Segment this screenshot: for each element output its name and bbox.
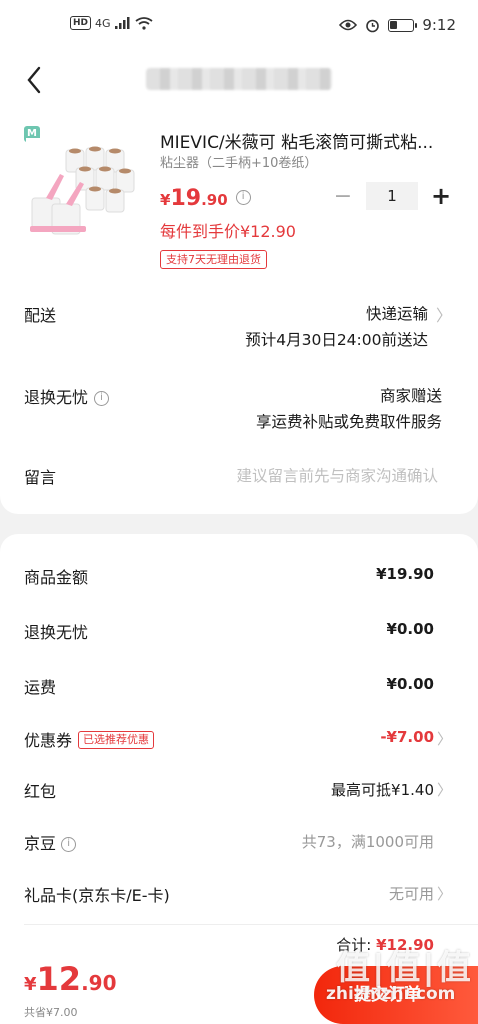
total-label: 合计: — [336, 936, 372, 954]
return-info-icon[interactable]: i — [94, 391, 110, 406]
return-value: 商家赠送 — [379, 387, 442, 405]
jingdou-row: 京豆 i 共73，满1000可用 — [0, 822, 478, 862]
wifi-icon — [135, 16, 153, 30]
redpacket-label: 红包 — [24, 782, 57, 801]
product-price: ¥19.90 i — [160, 186, 251, 211]
chevron-right-icon: 〉 — [435, 306, 452, 325]
price-symbol: ¥ — [160, 191, 171, 209]
signal-icon — [114, 17, 130, 29]
shipping-label: 运费 — [24, 678, 57, 697]
checkout-bar: 合计: ¥12.90 ¥12.90 共省¥7.00 提交订单 值|值|值 zhi… — [0, 928, 478, 1024]
chevron-right-icon: 〉 — [436, 781, 452, 799]
goods-amount-label: 商品金额 — [24, 568, 89, 587]
return-desc: 享运费补贴或免费取件服务 — [255, 413, 442, 431]
coupon-row[interactable]: 优惠券 已选推荐优惠 -¥7.00 〉 — [0, 719, 478, 759]
goods-amount-value: ¥19.90 — [376, 565, 434, 583]
quantity-input[interactable]: 1 — [366, 182, 418, 210]
return-row[interactable]: 退换无忧 i 商家赠送 享运费补贴或免费取件服务 — [0, 380, 478, 440]
price-integer: 19 — [170, 186, 202, 211]
delivery-eta: 预计4月30日24:00前送达 — [245, 331, 428, 349]
quantity-plus-button[interactable]: + — [426, 182, 456, 210]
saved-amount: 共省¥7.00 — [24, 1006, 78, 1019]
redpacket-row[interactable]: 红包 最高可抵¥1.40 〉 — [0, 770, 478, 810]
coupon-tag: 已选推荐优惠 — [78, 730, 155, 749]
return-badge: 支持7天无理由退货 — [160, 250, 267, 269]
header — [0, 52, 478, 108]
price-decimal: .90 — [201, 191, 228, 209]
each-price: 每件到手价¥12.90 — [160, 222, 296, 241]
back-button[interactable] — [18, 60, 54, 100]
product-title[interactable]: MIEVIC/米薇可 粘毛滚筒可撕式粘... — [160, 128, 460, 153]
return-label-text: 退换无忧 — [24, 388, 89, 407]
chevron-right-icon: 〉 — [436, 885, 452, 903]
eye-icon — [339, 19, 358, 31]
blurred-title — [146, 68, 332, 90]
jingdou-label-text: 京豆 — [24, 834, 57, 853]
coupon-label-text: 优惠券 — [24, 731, 73, 750]
battery-icon — [388, 18, 418, 32]
final-symbol: ¥ — [24, 974, 37, 995]
final-integer: 12 — [36, 960, 82, 998]
message-input[interactable]: 建议留言前先与商家沟通确认 — [236, 464, 438, 486]
jingdou-value: 共73，满1000可用 — [301, 833, 434, 851]
quantity-stepper: − 1 + — [328, 182, 456, 210]
delivery-method: 快递运输 — [365, 305, 428, 323]
chevron-right-icon: 〉 — [436, 730, 452, 748]
coupon-label: 优惠券 已选推荐优惠 — [24, 727, 155, 751]
submit-order-button[interactable]: 提交订单 — [314, 966, 478, 1024]
giftcard-row[interactable]: 礼品卡(京东卡/E-卡) 无可用 〉 — [0, 874, 478, 914]
status-left: HD 4G — [70, 16, 153, 30]
status-right: 9:12 — [339, 16, 456, 34]
return-fee-row: 退换无忧 ¥0.00 — [0, 611, 478, 651]
total-value: ¥12.90 — [376, 936, 434, 954]
shipping-row: 运费 ¥0.00 — [0, 666, 478, 706]
network-label: 4G — [95, 16, 111, 30]
shipping-value: ¥0.00 — [386, 675, 434, 693]
status-bar: HD 4G 9:12 — [0, 0, 478, 52]
product-image[interactable] — [26, 138, 146, 258]
product-card: M MIEVIC/米薇可 粘毛滚筒可撕式粘... 粘尘器（二手柄+10卷纸） ¥… — [0, 108, 478, 514]
chevron-left-icon — [27, 66, 41, 94]
divider — [24, 924, 478, 925]
coupon-value: -¥7.00 — [380, 728, 434, 746]
delivery-label: 配送 — [24, 306, 57, 325]
goods-amount-row: 商品金额 ¥19.90 — [0, 556, 478, 596]
return-fee-label: 退换无忧 — [24, 623, 89, 642]
price-info-icon[interactable]: i — [235, 190, 251, 205]
hd-icon: HD — [70, 16, 92, 30]
final-decimal: .90 — [81, 971, 117, 995]
total-summary: 合计: ¥12.90 — [336, 934, 434, 955]
giftcard-label: 礼品卡(京东卡/E-卡) — [24, 886, 170, 905]
final-price: ¥12.90 — [24, 960, 117, 998]
message-row: 留言 建议留言前先与商家沟通确认 — [0, 460, 478, 496]
quantity-minus-button[interactable]: − — [328, 184, 358, 209]
status-time: 9:12 — [422, 16, 456, 34]
return-fee-value: ¥0.00 — [386, 620, 434, 638]
message-label: 留言 — [24, 468, 57, 487]
giftcard-value: 无可用 — [388, 885, 434, 903]
return-label: 退换无忧 i — [24, 384, 110, 408]
product-spec: 粘尘器（二手柄+10卷纸） — [160, 156, 318, 171]
delivery-row[interactable]: 配送 快递运输 〉 预计4月30日24:00前送达 — [0, 298, 478, 358]
jingdou-info-icon[interactable]: i — [61, 837, 77, 852]
alarm-icon — [366, 19, 380, 32]
redpacket-value: 最高可抵¥1.40 — [331, 781, 434, 799]
jingdou-label: 京豆 i — [24, 830, 77, 854]
